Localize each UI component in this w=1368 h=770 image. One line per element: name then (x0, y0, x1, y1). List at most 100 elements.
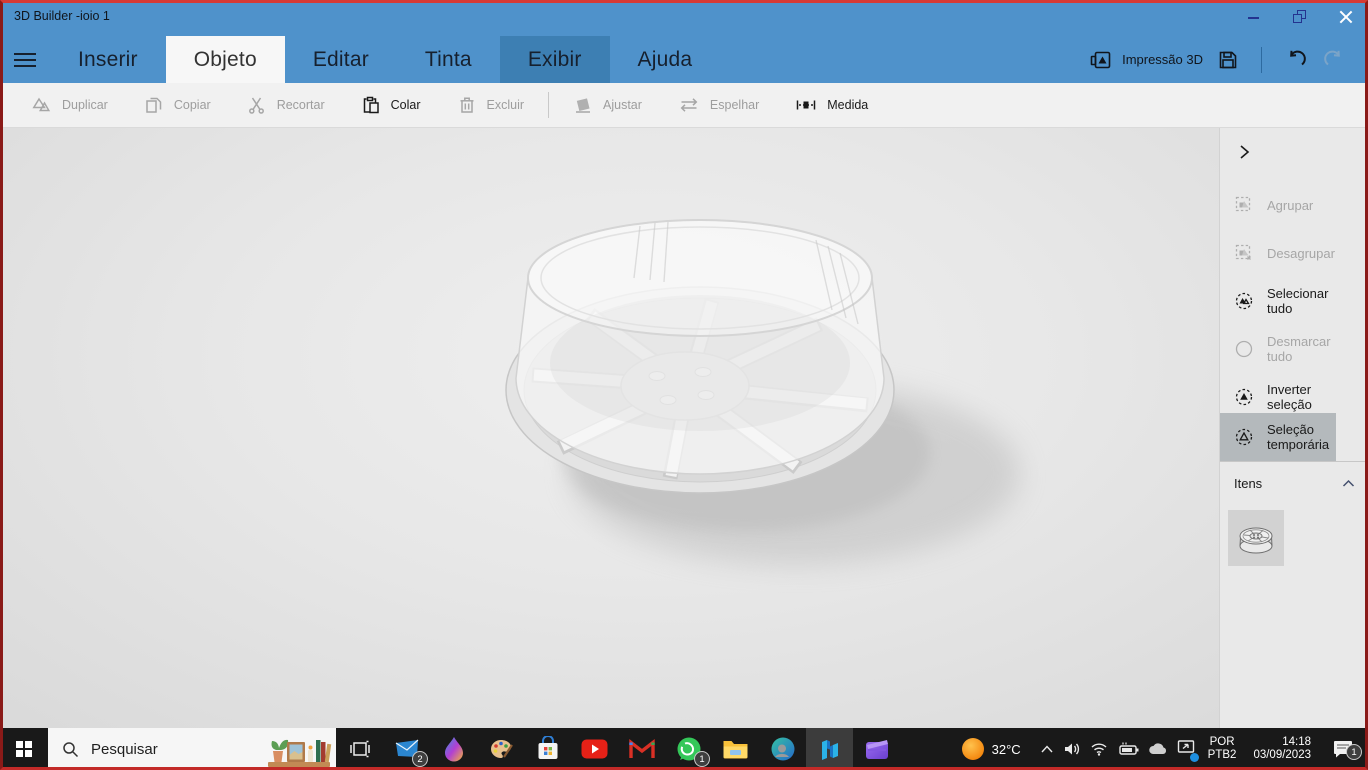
copiar-button[interactable]: Copiar (126, 83, 229, 127)
object-panel: Agrupar Desagrupar Selecionar tudo Desma… (1219, 128, 1368, 728)
selecionar-tudo-button[interactable]: Selecionar tudo (1220, 277, 1336, 325)
taskbar: 2 (0, 728, 1368, 770)
ajustar-button[interactable]: Ajustar (555, 83, 660, 127)
sun-weather-icon (961, 738, 984, 760)
paint3d-app-button[interactable] (430, 728, 477, 770)
movies-app-button[interactable] (853, 728, 900, 770)
selecao-temporaria-button[interactable]: Seleção temporária (1220, 413, 1336, 461)
start-button[interactable] (0, 728, 48, 770)
undo-icon[interactable] (1284, 48, 1308, 72)
taskbar-search[interactable] (48, 728, 336, 770)
item-thumbnail-spool[interactable] (1228, 510, 1284, 566)
whatsapp-app-button[interactable]: 1 (665, 728, 712, 770)
language-indicator[interactable]: POR PTB2 (1208, 736, 1237, 762)
gmail-icon (628, 739, 655, 758)
tab-tinta[interactable]: Tinta (397, 36, 500, 83)
restore-button[interactable] (1276, 0, 1322, 32)
main-area: Agrupar Desagrupar Selecionar tudo Desma… (0, 128, 1368, 728)
wifi-icon[interactable] (1090, 742, 1108, 756)
excluir-button[interactable]: Excluir (439, 83, 543, 127)
3d-builder-app-button[interactable] (806, 728, 853, 770)
3d-builder-icon (821, 740, 838, 760)
tool-label: Copiar (173, 98, 211, 112)
task-view-button[interactable] (336, 728, 383, 770)
edge-profile-button[interactable] (759, 728, 806, 770)
divider (1261, 46, 1262, 73)
paint-app-button[interactable] (477, 728, 524, 770)
tool-label: Duplicar (62, 98, 108, 112)
duplicate-icon (32, 97, 51, 112)
print-3d-button[interactable]: Impressão 3D (1089, 49, 1203, 71)
sidebar-divider (1220, 461, 1368, 462)
chevron-right-icon (1240, 145, 1250, 159)
espelhar-button[interactable]: Espelhar (660, 83, 777, 127)
desktop-screen: 3D Builder -ioio 1 Inserir Objeto Editar… (0, 0, 1368, 770)
microsoft-store-button[interactable] (524, 728, 571, 770)
cast-tray-button[interactable] (1177, 739, 1199, 762)
minimize-button[interactable] (1230, 0, 1276, 32)
file-explorer-icon (723, 741, 748, 759)
close-button[interactable] (1322, 0, 1368, 32)
redo-icon[interactable] (1322, 48, 1346, 72)
copy-icon (146, 97, 162, 113)
notification-badge: 1 (1346, 744, 1362, 760)
tab-objeto[interactable]: Objeto (165, 36, 285, 83)
mail-app-button[interactable]: 2 (383, 728, 430, 770)
side-label: Desmarcar tudo (1267, 334, 1331, 364)
windows-logo-icon (16, 741, 32, 757)
side-label: Agrupar (1267, 197, 1314, 213)
hidden-icons-chevron[interactable] (1040, 744, 1054, 754)
close-icon (1339, 10, 1352, 23)
menu-tabs: Inserir Objeto Editar Tinta Exibir Ajuda (50, 36, 720, 83)
save-icon[interactable] (1217, 49, 1239, 71)
items-section-header[interactable]: Itens (1220, 469, 1368, 497)
tool-label: Medida (827, 98, 869, 112)
tab-ajuda[interactable]: Ajuda (610, 36, 721, 83)
tool-label: Ajustar (603, 98, 642, 112)
recortar-button[interactable]: Recortar (229, 83, 343, 127)
3d-viewport[interactable] (0, 128, 1219, 728)
youtube-app-button[interactable] (571, 728, 618, 770)
window-controls (1230, 0, 1368, 32)
cast-icon (1177, 739, 1194, 753)
paint3d-icon (444, 737, 463, 762)
tab-exibir[interactable]: Exibir (499, 36, 610, 83)
settle-icon (576, 98, 591, 113)
hamburger-menu-button[interactable] (0, 36, 50, 83)
movies-tv-icon (865, 740, 888, 759)
select-all-icon (1235, 292, 1253, 310)
side-label: Seleção temporária (1267, 422, 1330, 452)
clock-date: 03/09/2023 (1253, 749, 1311, 761)
system-tray: 32°C POR PTB2 14:18 03/09/2023 1 (961, 728, 1368, 770)
object-ribbon: Duplicar Copiar Recortar Colar Excluir A… (0, 83, 1368, 128)
desmarcar-tudo-button[interactable]: Desmarcar tudo (1220, 325, 1336, 373)
tab-inserir[interactable]: Inserir (50, 36, 166, 83)
tab-editar[interactable]: Editar (285, 36, 397, 83)
agrupar-button[interactable]: Agrupar (1220, 181, 1336, 229)
volume-icon[interactable] (1063, 741, 1081, 757)
duplicar-button[interactable]: Duplicar (14, 83, 126, 127)
spool-3d-model[interactable] (0, 128, 1219, 728)
scissors-icon (248, 97, 264, 114)
desagrupar-button[interactable]: Desagrupar (1220, 229, 1336, 277)
file-explorer-button[interactable] (712, 728, 759, 770)
ribbon-divider (548, 92, 550, 118)
clock-time: 14:18 (1282, 736, 1311, 748)
action-center-button[interactable]: 1 (1326, 739, 1362, 760)
colar-button[interactable]: Colar (343, 83, 439, 127)
onedrive-icon[interactable] (1148, 742, 1168, 756)
group-icon (1235, 196, 1251, 212)
tool-label: Espelhar (709, 98, 760, 112)
medida-button[interactable]: Medida (777, 83, 886, 127)
tool-label: Recortar (276, 98, 325, 112)
gmail-app-button[interactable] (618, 728, 665, 770)
deselect-icon (1235, 340, 1253, 358)
window-title: 3D Builder -ioio 1 (14, 9, 110, 23)
battery-charging-icon[interactable] (1117, 742, 1139, 756)
side-label: Selecionar tudo (1267, 286, 1329, 316)
clock[interactable]: 14:18 03/09/2023 (1253, 736, 1311, 762)
youtube-icon (581, 739, 608, 759)
weather-widget[interactable]: 32°C (961, 738, 1021, 760)
search-input[interactable] (91, 740, 231, 758)
collapse-panel-button[interactable] (1232, 140, 1256, 164)
